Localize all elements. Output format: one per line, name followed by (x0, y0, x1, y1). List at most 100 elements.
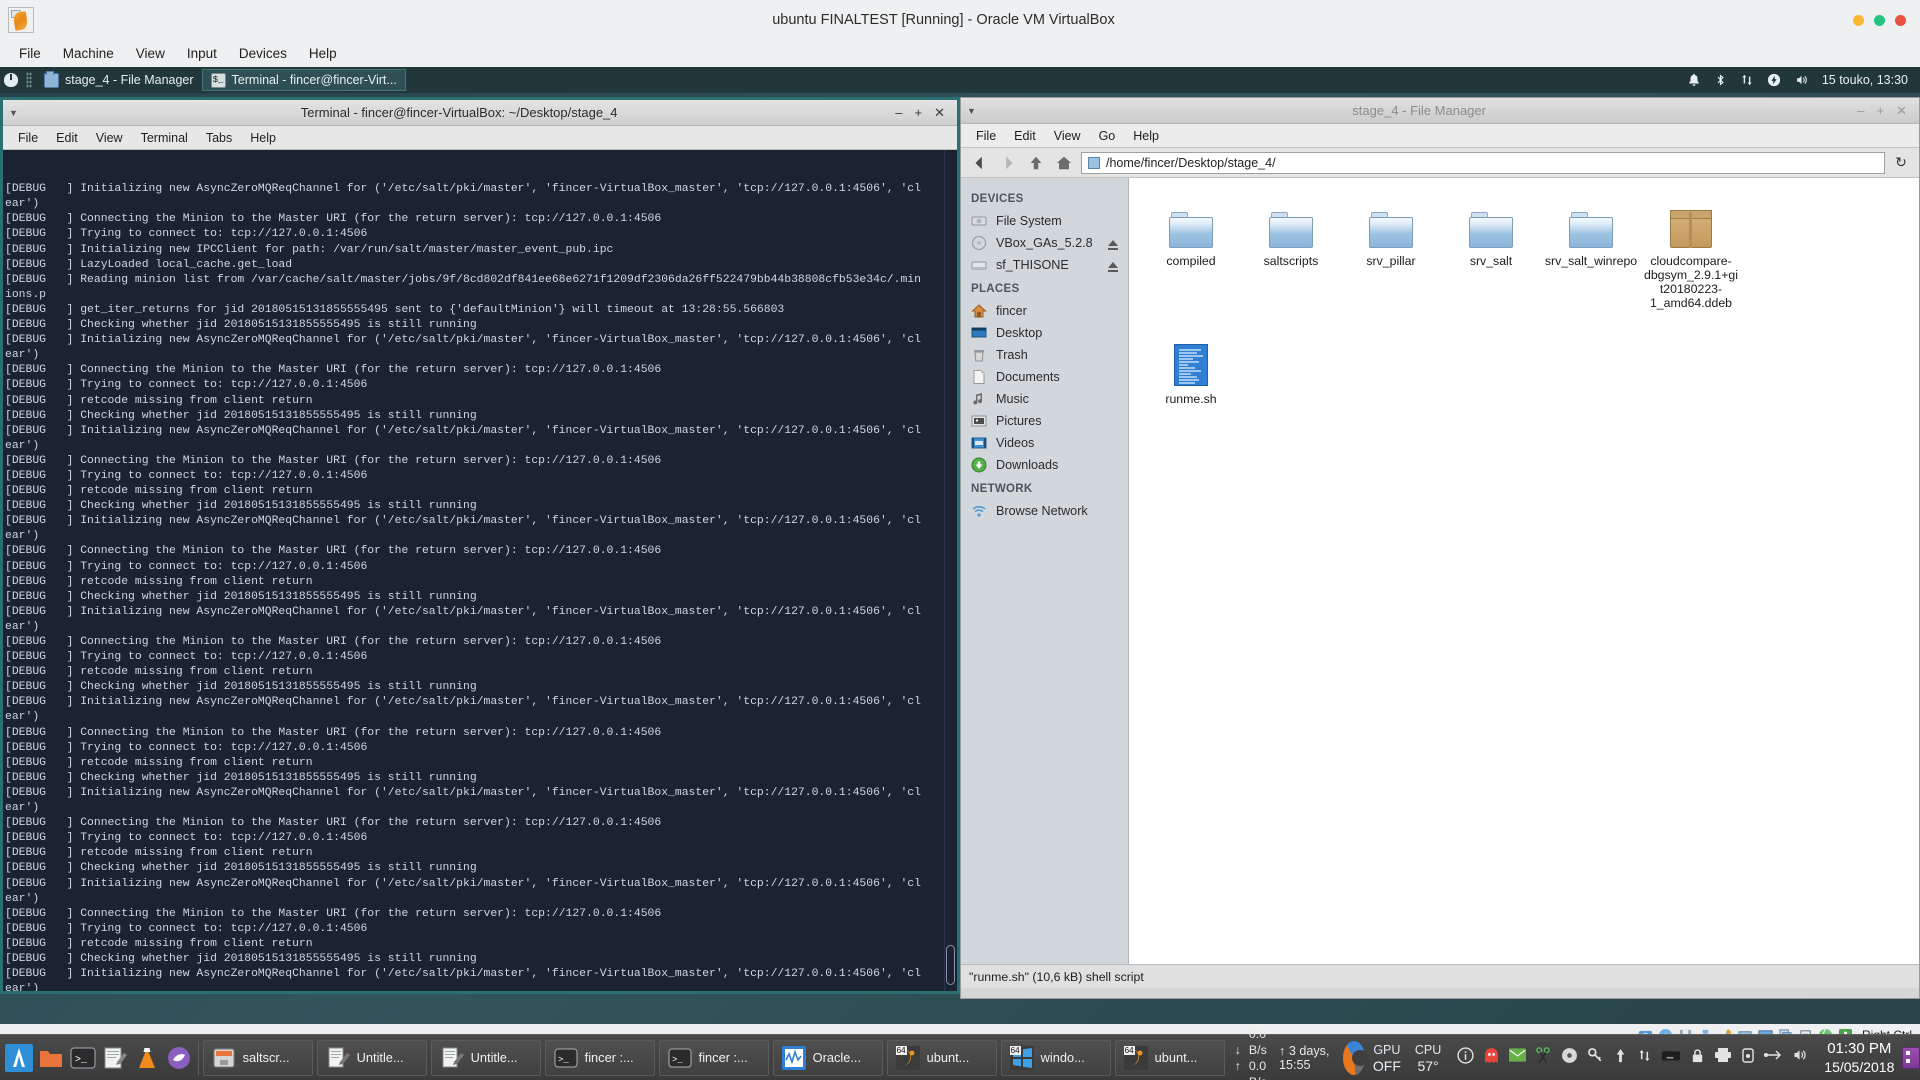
menu-input[interactable]: Input (176, 43, 228, 64)
file-item[interactable]: cloudcompare-dbgsym_2.9.1+git20180223-1_… (1641, 192, 1741, 316)
file-manager-content[interactable]: compiledsaltscriptssrv_pillarsrv_saltsrv… (1129, 178, 1919, 964)
terminal-maximize-button[interactable]: + (915, 105, 923, 121)
file-manager-close-button[interactable]: ✕ (1896, 103, 1907, 119)
key-icon[interactable] (1587, 1047, 1604, 1069)
terminal-titlebar[interactable]: ▼ Terminal - fincer@fincer-VirtualBox: ~… (3, 100, 957, 126)
terminal-menu-tabs[interactable]: Tabs (197, 129, 241, 147)
menu-help[interactable]: Help (298, 43, 348, 64)
terminal-minimize-button[interactable]: – (895, 105, 902, 121)
sidebar-item-documents[interactable]: Documents (961, 366, 1128, 388)
taskbar-task[interactable]: saltscr... (203, 1040, 313, 1076)
file-manager-maximize-button[interactable]: + (1877, 103, 1885, 119)
mail-icon[interactable] (1509, 1048, 1526, 1067)
sidebar-item-pictures[interactable]: Pictures (961, 410, 1128, 432)
taskbar-task[interactable]: 64ubunt... (1115, 1040, 1225, 1076)
up-icon[interactable] (1025, 152, 1047, 174)
taskbar-task[interactable]: Oracle... (773, 1040, 883, 1076)
applications-menu-button[interactable] (0, 67, 22, 93)
host-clock[interactable]: 01:30 PM 15/05/2018 (1816, 1039, 1902, 1077)
guest-clock[interactable]: 15 touko, 13:30 (1822, 73, 1908, 87)
arch-icon[interactable] (4, 1043, 34, 1073)
bluetooth-icon[interactable] (1714, 73, 1727, 87)
taskbar-task[interactable]: >_fincer :... (659, 1040, 769, 1076)
sidebar-item-sf-thisone[interactable]: sf_THISONE (961, 254, 1128, 276)
file-item[interactable]: compiled (1141, 192, 1241, 316)
menu-view[interactable]: View (125, 43, 176, 64)
printer-icon[interactable] (1714, 1047, 1732, 1068)
fm-menu-view[interactable]: View (1045, 127, 1090, 145)
volume-icon[interactable] (1794, 73, 1809, 87)
window-menu-icon[interactable]: ▼ (9, 108, 23, 118)
window-menu-icon[interactable]: ▼ (967, 106, 981, 116)
scissors-icon[interactable] (1535, 1047, 1552, 1069)
guest-task-file-manager[interactable]: stage_4 - File Manager (36, 69, 202, 91)
file-item[interactable]: saltscripts (1241, 192, 1341, 316)
file-item[interactable]: srv_salt_winrepo (1541, 192, 1641, 316)
close-button[interactable] (1895, 15, 1906, 26)
terminal-scrollbar[interactable] (944, 150, 957, 991)
eject-icon[interactable] (1108, 262, 1118, 268)
sidebar-item-music[interactable]: Music (961, 388, 1128, 410)
sidebar-item-fincer[interactable]: fincer (961, 300, 1128, 322)
menu-file[interactable]: File (8, 43, 52, 64)
sidebar-item-desktop[interactable]: Desktop (961, 322, 1128, 344)
eject-icon[interactable] (1108, 240, 1118, 246)
back-icon[interactable] (969, 152, 991, 174)
info-icon[interactable] (1457, 1047, 1474, 1069)
fm-menu-file[interactable]: File (967, 127, 1005, 145)
home-icon[interactable] (1053, 152, 1075, 174)
fm-menu-help[interactable]: Help (1124, 127, 1168, 145)
minimize-button[interactable] (1853, 15, 1864, 26)
path-input[interactable]: /home/fincer/Desktop/stage_4/ (1081, 152, 1885, 174)
fm-menu-go[interactable]: Go (1090, 127, 1125, 145)
terminal-scrollbar-thumb[interactable] (946, 945, 955, 985)
file-item[interactable]: runme.sh (1141, 330, 1241, 412)
maximize-button[interactable] (1874, 15, 1885, 26)
terminal-menu-edit[interactable]: Edit (47, 129, 87, 147)
ghost-icon[interactable] (1483, 1047, 1500, 1069)
file-item[interactable]: srv_salt (1441, 192, 1541, 316)
sidebar-item-file-system[interactable]: File System (961, 210, 1128, 232)
vlc-icon[interactable] (132, 1043, 162, 1073)
panel-grip[interactable] (26, 72, 32, 88)
file-manager-minimize-button[interactable]: – (1857, 103, 1864, 119)
volume-icon[interactable] (1791, 1047, 1808, 1068)
terminal-close-button[interactable]: ✕ (934, 105, 945, 121)
sidebar-item-videos[interactable]: Videos (961, 432, 1128, 454)
sidebar-item-vbox-gas-5-2-8[interactable]: VBox_GAs_5.2.8 (961, 232, 1128, 254)
guest-task-terminal[interactable]: $_ Terminal - fincer@fincer-Virt... (202, 69, 406, 91)
lock-icon[interactable] (1690, 1047, 1705, 1069)
bell-icon[interactable] (1687, 73, 1701, 87)
sidebar-item-browse-network[interactable]: Browse Network (961, 500, 1128, 522)
forward-icon[interactable] (997, 152, 1019, 174)
menu-devices[interactable]: Devices (228, 43, 298, 64)
taskbar-task[interactable]: 64windo... (1001, 1040, 1111, 1076)
taskbar-task[interactable]: 64ubunt... (887, 1040, 997, 1076)
app-window-icon[interactable] (1902, 1047, 1920, 1069)
network-updown-icon[interactable] (1637, 1047, 1652, 1069)
browser-icon[interactable] (164, 1043, 194, 1073)
reload-icon[interactable]: ↻ (1891, 152, 1911, 174)
terminal-icon[interactable]: >_ (68, 1043, 98, 1073)
menu-machine[interactable]: Machine (52, 43, 125, 64)
taskbar-task[interactable]: Untitle... (431, 1040, 541, 1076)
terminal-menu-help[interactable]: Help (241, 129, 285, 147)
editor-icon[interactable] (100, 1043, 130, 1073)
disc-icon[interactable] (1561, 1047, 1578, 1069)
terminal-menu-terminal[interactable]: Terminal (132, 129, 197, 147)
terminal-menu-view[interactable]: View (87, 129, 132, 147)
file-manager-titlebar[interactable]: ▼ stage_4 - File Manager – + ✕ (961, 98, 1919, 124)
fm-menu-edit[interactable]: Edit (1005, 127, 1045, 145)
terminal-menu-file[interactable]: File (9, 129, 47, 147)
sidebar-item-trash[interactable]: Trash (961, 344, 1128, 366)
battery-icon[interactable] (1741, 1047, 1755, 1069)
power-icon[interactable] (1767, 73, 1781, 87)
network-updown-icon[interactable] (1740, 73, 1754, 87)
keyboard-icon[interactable] (1661, 1048, 1681, 1068)
file-item[interactable]: srv_pillar (1341, 192, 1441, 316)
sidebar-item-downloads[interactable]: Downloads (961, 454, 1128, 476)
terminal-output[interactable]: [DEBUG ] Initializing new AsyncZeroMQReq… (3, 150, 957, 991)
files-icon[interactable] (36, 1043, 66, 1073)
taskbar-task[interactable]: Untitle... (317, 1040, 427, 1076)
taskbar-task[interactable]: >_fincer :... (545, 1040, 655, 1076)
